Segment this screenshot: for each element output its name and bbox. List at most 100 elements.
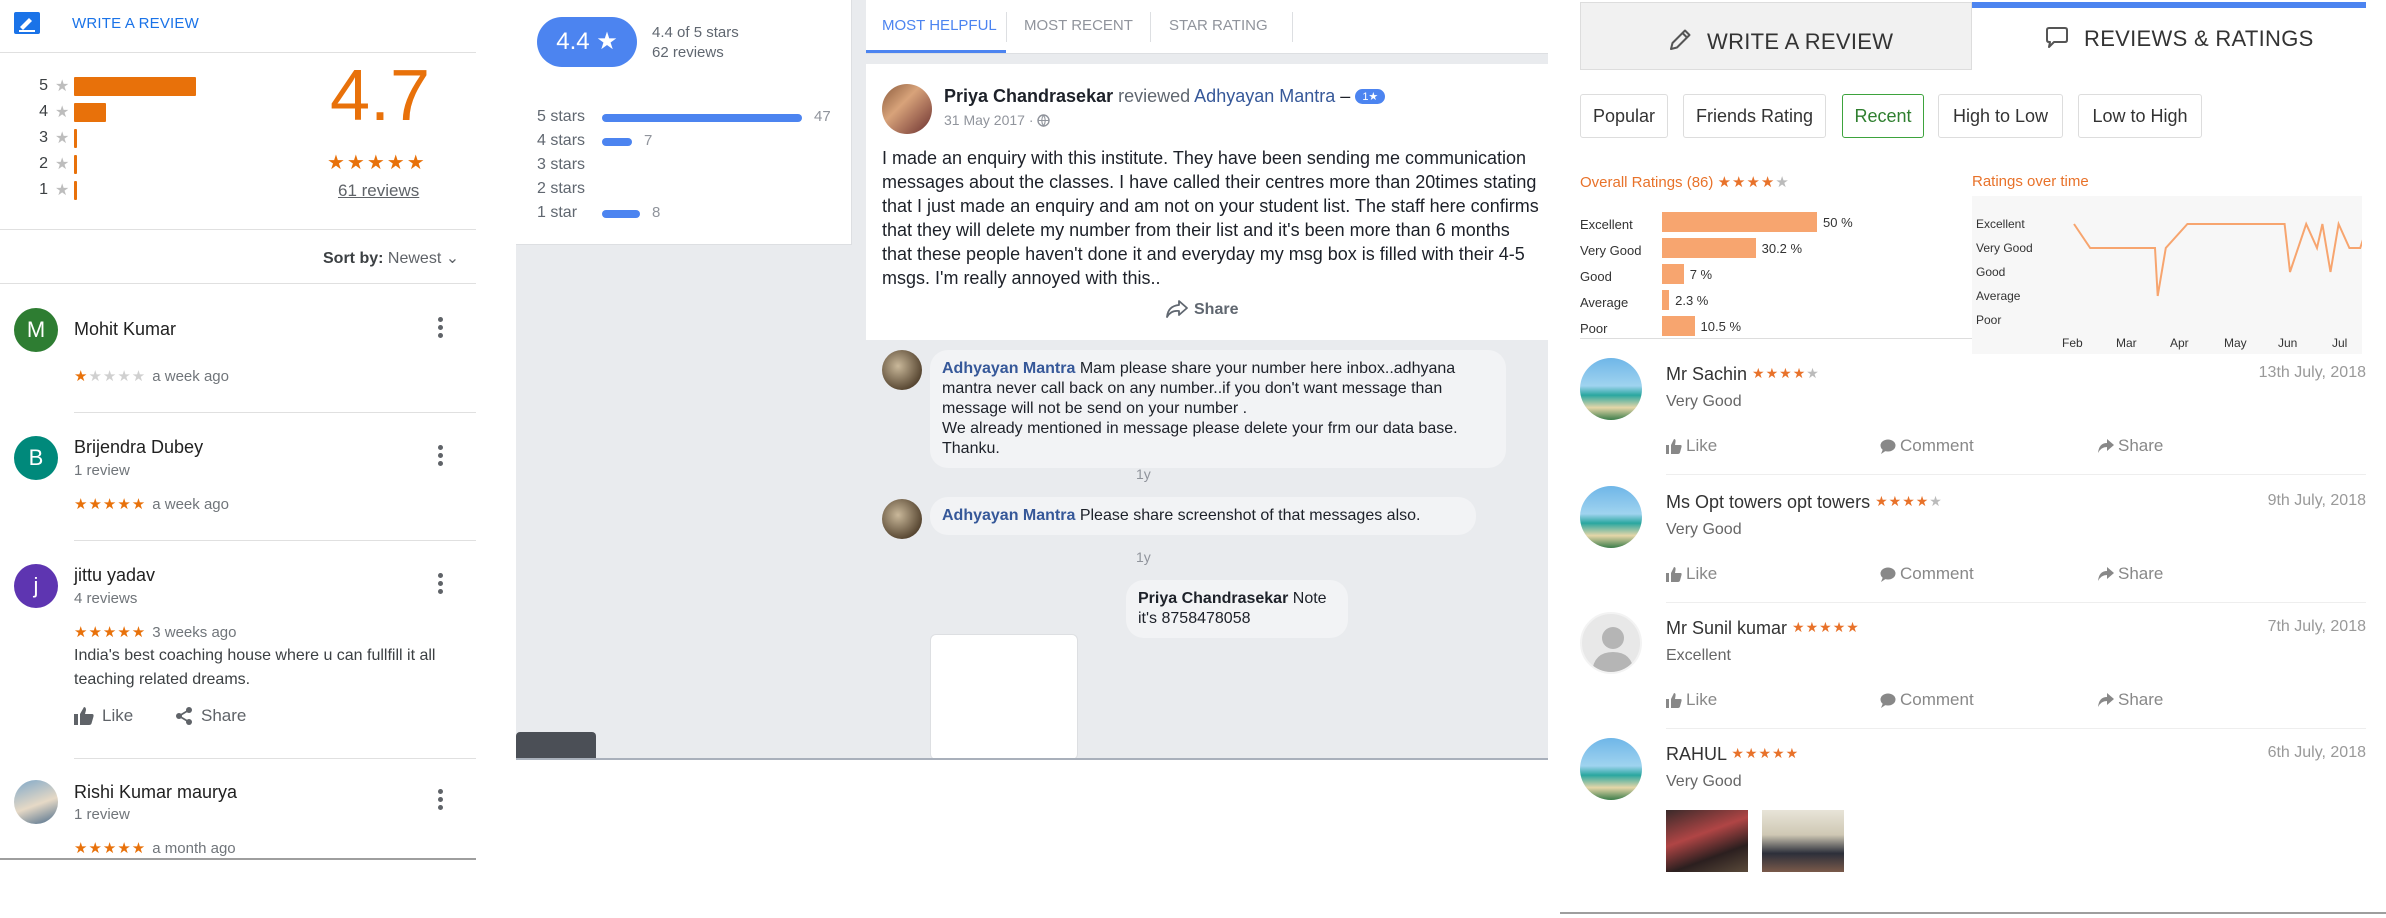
share-label: Share [2118,690,2164,709]
x-tick-label: Mar [2116,336,2137,350]
rating-badge: 4.4 ★ [537,17,637,67]
share-button[interactable]: Share [175,706,246,726]
tab-reviews-text: REVIEWS & RATINGS [2084,26,2314,51]
sort-dropdown[interactable]: Sort by: Newest ⌄ [323,248,459,268]
reviewer-name[interactable]: Ms Opt towers opt towers [1666,492,1870,512]
tab-write-review-label: WRITE A REVIEW [1667,27,1893,55]
tab-most-helpful[interactable]: MOST HELPFUL [882,17,997,34]
chevron-down-icon: ⌄ [445,250,460,267]
like-button[interactable]: Like [1666,564,1717,584]
histogram-star-label: 5 [39,77,48,94]
share-button[interactable]: Share [1166,300,1238,319]
filter-recent[interactable]: Recent [1842,94,1924,138]
share-button[interactable]: Share [2098,564,2163,584]
author-name[interactable]: Priya Chandrasekar [944,86,1113,106]
tab-reviews-ratings[interactable]: REVIEWS & RATINGS [1972,2,2366,70]
edit-review-icon[interactable] [14,12,40,34]
rating-level-percent: 7 % [1689,267,1713,282]
comment-button[interactable]: Comment [1880,564,1974,584]
like-button[interactable]: Like [74,706,133,726]
post-header: Priya Chandrasekar reviewed Adhyayan Man… [944,86,1386,107]
review-stars: ★★★★★ a month ago [74,839,236,857]
x-tick-label: Jul [2332,336,2347,350]
comment-author[interactable]: Adhyayan Mantra [942,507,1075,524]
share-arrow-icon [1166,300,1188,318]
review-stars: ★★★★★ [1792,619,1860,635]
filter-high-to-low[interactable]: High to Low [1938,94,2063,138]
more-options-icon[interactable] [436,314,444,341]
overall-rating-row: Good 7 % [1580,264,1960,284]
more-options-icon[interactable] [436,570,444,597]
reviewer-name[interactable]: Rishi Kumar maurya [74,782,237,803]
star-row-bar [602,138,632,146]
active-tab-indicator [866,50,1006,53]
tab-reviews-label: REVIEWS & RATINGS [2044,26,2314,52]
review-date: a week ago [152,496,229,513]
filter-popular[interactable]: Popular [1580,94,1668,138]
filter-friends-rating[interactable]: Friends Rating [1683,94,1826,138]
tab-write-review[interactable]: WRITE A REVIEW [1580,2,1972,70]
reviewer-name[interactable]: jittu yadav [74,565,155,586]
comment-time[interactable]: 1y [1136,466,1151,482]
divider [0,229,476,230]
comment-button[interactable]: Comment [1880,690,1974,710]
commenter-avatar[interactable] [882,350,922,390]
comment-author[interactable]: Priya Chandrasekar [1138,590,1288,607]
star-icon: ★ [55,156,70,173]
reviewer-review-count: 4 reviews [74,590,138,607]
overall-rating-row: Excellent 50 % [1580,212,1960,232]
overall-stars: ★★★★★ [1718,174,1790,191]
author-avatar[interactable] [882,84,932,134]
reviewer-name[interactable]: Mohit Kumar [74,319,176,340]
histogram-bar [74,181,78,200]
commenter-avatar[interactable] [882,499,922,539]
share-button[interactable]: Share [2098,690,2163,710]
review-photo[interactable] [1762,810,1844,872]
share-label: Share [201,706,247,725]
filter-low-to-high[interactable]: Low to High [2078,94,2202,138]
tab-most-recent[interactable]: MOST RECENT [1024,17,1133,34]
reviewer-name[interactable]: Brijendra Dubey [74,437,203,458]
tab-write-text: WRITE A REVIEW [1707,29,1894,54]
stars-filled: ★★★★ [1717,174,1776,191]
review-date: 9th July, 2018 [2267,492,2366,509]
comment-author[interactable]: Adhyayan Mantra [942,360,1075,377]
pencil-icon [1670,29,1691,50]
y-tick-label: Excellent [1976,217,2025,231]
more-options-icon[interactable] [436,442,444,469]
share-icon [176,707,192,725]
like-button[interactable]: Like [1666,690,1717,710]
star-breakdown-row: 2 stars [537,180,847,200]
like-button[interactable]: Like [1666,436,1717,456]
comment-text: Please share screenshot of that messages… [1079,507,1421,524]
tab-star-rating[interactable]: STAR RATING [1169,17,1268,34]
review-date: 3 weeks ago [152,624,237,641]
page-name[interactable]: Adhyayan Mantra [1194,86,1335,106]
chart-background [1972,196,2362,354]
scrollbar-stub[interactable] [516,732,596,760]
rating-level-percent: 30.2 % [1761,241,1803,256]
share-button[interactable]: Share [2098,436,2163,456]
review-date: 13th July, 2018 [2258,364,2366,381]
star-icon: ★ [55,130,70,147]
like-label: Like [1686,690,1718,709]
divider [0,858,476,860]
star-icon: ★ [55,104,70,121]
thumb-up-icon [74,707,94,725]
write-review-link[interactable]: WRITE A REVIEW [72,15,199,32]
share-icon [2098,439,2114,453]
reviewer-name[interactable]: Mr Sachin [1666,364,1747,384]
reviewer-name[interactable]: Mr Sunil kumar [1666,618,1787,638]
reviewer-name[interactable]: RAHUL [1666,744,1726,764]
review-text: I made an enquiry with this institute. T… [882,148,1539,288]
star-icon: ★ [55,182,70,199]
review-count-link[interactable]: 61 reviews [338,181,419,201]
more-options-icon[interactable] [436,786,444,813]
comment-time[interactable]: 1y [1136,549,1151,565]
rating-level-label: Poor [1580,321,1608,336]
comment-icon [1880,567,1896,582]
review-item: B Brijendra Dubey 1 review ★★★★★ a week a… [0,428,476,540]
comment-button[interactable]: Comment [1880,436,1974,456]
review-photo[interactable] [1666,810,1748,872]
histogram-bar [74,129,78,148]
